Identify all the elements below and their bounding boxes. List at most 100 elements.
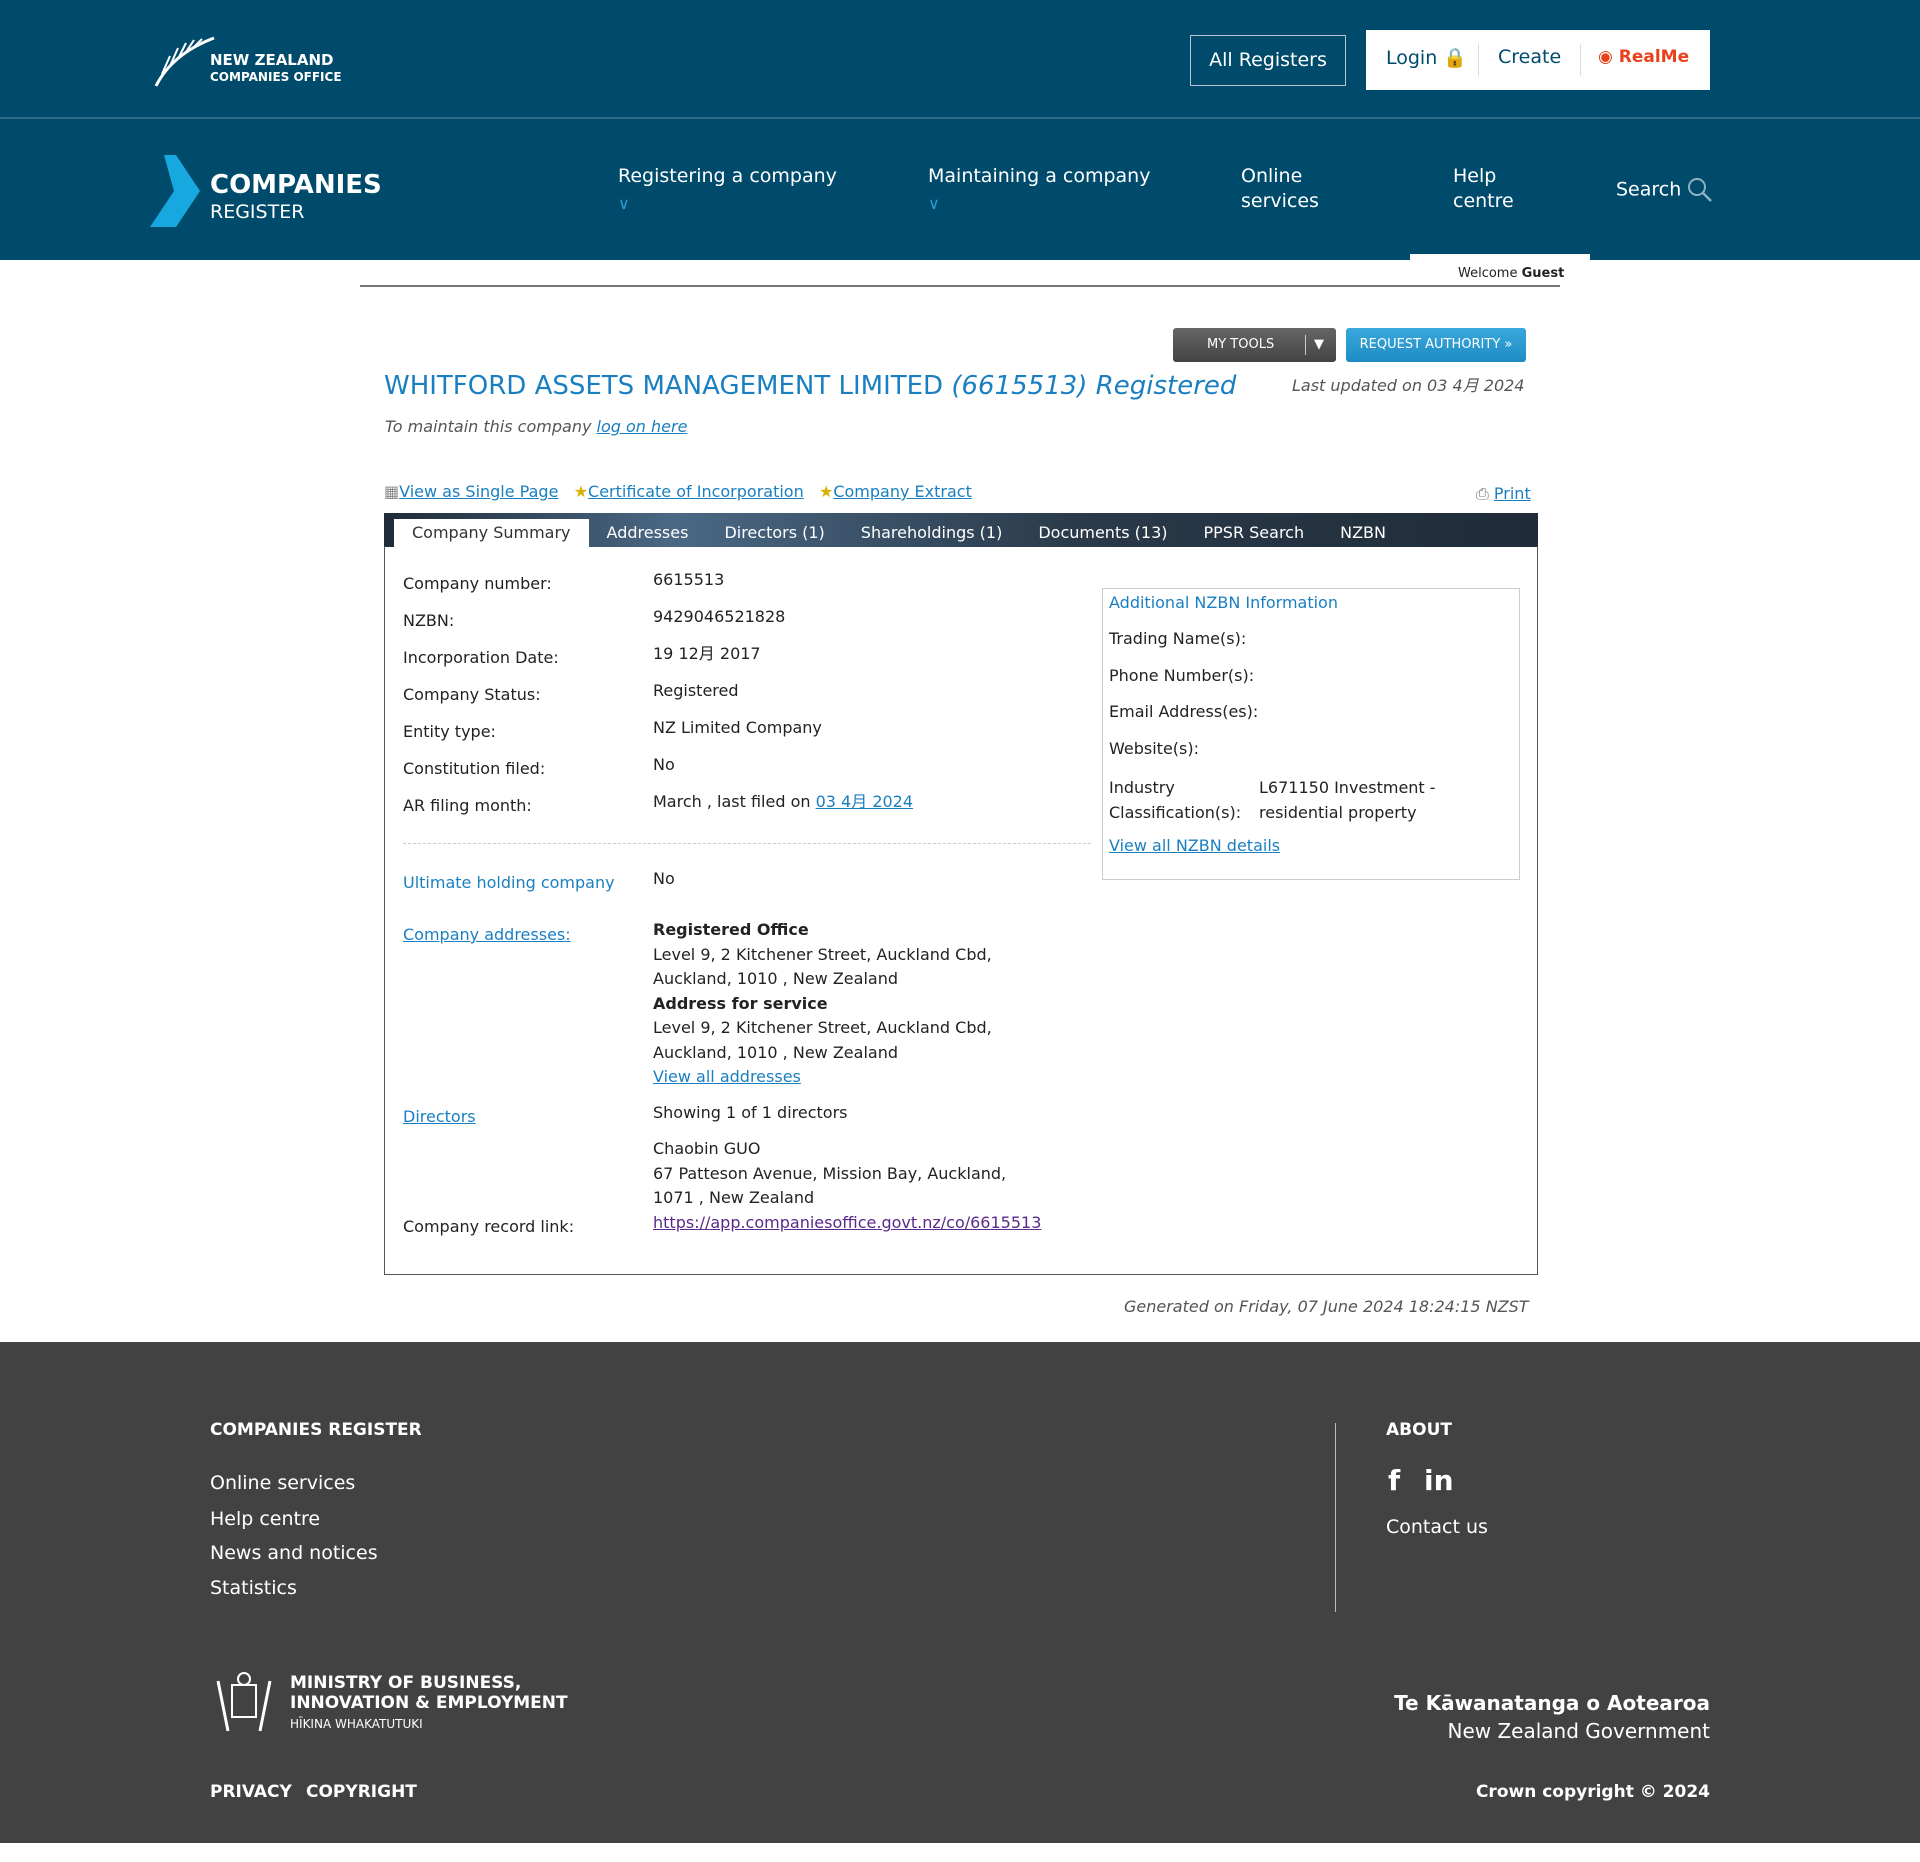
create-button[interactable]: Create [1498, 46, 1561, 68]
fern-icon [154, 36, 215, 87]
constitution-filed: No [653, 755, 675, 774]
printer-icon: ⎙ [1476, 484, 1489, 503]
binoculars-icon: ▦ [384, 482, 400, 501]
dropdown-icon[interactable]: ▼ [1305, 335, 1324, 355]
copyright-link[interactable]: COPYRIGHT [306, 1782, 417, 1802]
divider [1580, 44, 1581, 76]
all-registers-button[interactable]: All Registers [1190, 35, 1346, 86]
nzbn-box-title: Additional NZBN Information [1109, 593, 1338, 612]
log-on-link[interactable]: log on here [597, 417, 688, 436]
companies-register-logo[interactable]: COMPANIES REGISTER [150, 155, 382, 227]
login-panel: Login 🔒 Create ◉ RealMe [1366, 30, 1710, 90]
nav-online-services[interactable]: Online services [1241, 164, 1319, 214]
company-extract-link[interactable]: Company Extract [833, 482, 972, 501]
generated-text: Generated on Friday, 07 June 2024 18:24:… [1124, 1297, 1529, 1316]
privacy-link[interactable]: PRIVACY [210, 1782, 292, 1802]
company-record-link[interactable]: https://app.companiesoffice.govt.nz/co/6… [653, 1211, 1041, 1236]
tab-company-summary[interactable]: Company Summary [394, 519, 589, 547]
maintain-text: To maintain this company log on here [385, 417, 688, 436]
welcome-text: Welcome Guest [1458, 266, 1565, 281]
realme-button[interactable]: ◉ RealMe [1598, 47, 1689, 67]
facebook-icon[interactable]: f [1388, 1464, 1400, 1497]
divider [360, 285, 1560, 287]
tab-shareholdings[interactable]: Shareholdings (1) [843, 519, 1021, 547]
field-label: Incorporation Date: [403, 648, 559, 667]
action-links: ▦View as Single Page ★Certificate of Inc… [384, 482, 972, 501]
ultimate-holding-label: Ultimate holding company [403, 873, 615, 892]
mbie-logo-text[interactable]: MINISTRY OF BUSINESS, INNOVATION & EMPLOY… [290, 1673, 568, 1734]
company-number: 6615513 [653, 570, 725, 589]
brand-title: COMPANIES [210, 170, 382, 200]
search-icon [1688, 178, 1713, 202]
field-label: Company number: [403, 574, 552, 593]
contact-us-link[interactable]: Contact us [1386, 1516, 1488, 1538]
view-all-addresses-link[interactable]: View all addresses [653, 1067, 801, 1086]
addresses-block: Registered Office Level 9, 2 Kitchener St… [653, 920, 992, 1086]
field-label: Website(s): [1109, 739, 1199, 758]
divider [403, 843, 1091, 844]
main-nav: COMPANIES REGISTER Registering a company… [0, 119, 1920, 260]
directors-link[interactable]: Directors [403, 1107, 476, 1126]
ar-filed-link[interactable]: 03 4月 2024 [816, 792, 913, 811]
nzbn-value: 9429046521828 [653, 607, 786, 626]
nz-coat-of-arms-icon [210, 1671, 280, 1735]
field-label: Industry Classification(s): [1109, 778, 1242, 822]
field-label: Constitution filed: [403, 759, 546, 778]
login-button[interactable]: Login 🔒 [1386, 46, 1467, 69]
active-tab-indicator [1410, 254, 1590, 260]
brand-subtitle: REGISTER [210, 201, 305, 223]
ar-filing-month: March , last filed on 03 4月 2024 [653, 792, 914, 811]
field-label: Phone Number(s): [1109, 666, 1255, 685]
field-label: Company Status: [403, 685, 541, 704]
page-title: WHITFORD ASSETS MANAGEMENT LIMITED (6615… [384, 371, 1237, 401]
nz-government-logo[interactable]: Te Kāwanatanga o Aotearoa New Zealand Gov… [1394, 1690, 1710, 1746]
footer-link-news[interactable]: News and notices [210, 1542, 378, 1564]
request-authority-button[interactable]: REQUEST AUTHORITY » [1346, 328, 1526, 362]
last-updated: Last updated on 03 4月 2024 [1292, 376, 1525, 395]
field-label: AR filing month: [403, 796, 532, 815]
footer: COMPANIES REGISTER Online services Help … [0, 1342, 1920, 1843]
nav-help-centre[interactable]: Help centre [1453, 164, 1514, 214]
company-addresses-link[interactable]: Company addresses: [403, 925, 571, 944]
footer-link-statistics[interactable]: Statistics [210, 1577, 297, 1599]
print-link[interactable]: ⎙ Print [1476, 484, 1531, 504]
tab-nzbn[interactable]: NZBN [1322, 519, 1404, 547]
extract-icon: ★ [819, 482, 834, 501]
nav-search[interactable]: Search [1616, 177, 1713, 203]
industry-value: L671150 Investment - residential property [1259, 778, 1436, 822]
tab-documents[interactable]: Documents (13) [1020, 519, 1185, 547]
my-tools-button[interactable]: MY TOOLS ▼ [1173, 328, 1336, 362]
top-bar: NEW ZEALAND COMPANIES OFFICE All Register… [0, 0, 1920, 119]
certificate-link[interactable]: Certificate of Incorporation [588, 482, 804, 501]
companies-office-logo[interactable]: NEW ZEALAND COMPANIES OFFICE [152, 34, 342, 89]
tab-bar: Company Summary Addresses Directors (1) Sha… [384, 513, 1538, 547]
chevron-logo-icon [150, 155, 200, 227]
tab-addresses[interactable]: Addresses [589, 519, 707, 547]
director-item: Chaobin GUO 67 Patteson Avenue, Mission B… [653, 1139, 1007, 1207]
tab-directors[interactable]: Directors (1) [706, 519, 842, 547]
field-label: NZBN: [403, 611, 455, 630]
view-single-page-link[interactable]: View as Single Page [399, 482, 558, 501]
lock-icon: 🔒 [1443, 47, 1467, 69]
linkedin-icon[interactable]: in [1424, 1464, 1454, 1497]
view-nzbn-details-link[interactable]: View all NZBN details [1109, 836, 1280, 855]
field-label: Email Address(es): [1109, 702, 1259, 721]
nav-maintaining[interactable]: Maintaining a company ∨ [928, 164, 1150, 216]
field-label: Trading Name(s): [1109, 629, 1247, 648]
tab-ppsr-search[interactable]: PPSR Search [1185, 519, 1322, 547]
logo-text: NEW ZEALAND COMPANIES OFFICE [210, 51, 342, 84]
footer-heading: COMPANIES REGISTER [210, 1420, 422, 1440]
footer-about-heading: ABOUT [1386, 1420, 1452, 1440]
nav-registering[interactable]: Registering a company ∨ [618, 164, 837, 216]
certificate-icon: ★ [573, 482, 589, 501]
ultimate-holding-value: No [653, 869, 675, 888]
footer-link-help-centre[interactable]: Help centre [210, 1508, 320, 1530]
chevron-down-icon: ∨ [928, 194, 940, 213]
company-status: Registered [653, 681, 739, 700]
divider [1335, 1423, 1336, 1612]
field-label: Entity type: [403, 722, 496, 741]
chevron-down-icon: ∨ [618, 194, 630, 213]
realme-icon: ◉ [1598, 47, 1613, 67]
footer-link-online-services[interactable]: Online services [210, 1472, 355, 1494]
incorporation-date: 19 12月 2017 [653, 644, 761, 663]
